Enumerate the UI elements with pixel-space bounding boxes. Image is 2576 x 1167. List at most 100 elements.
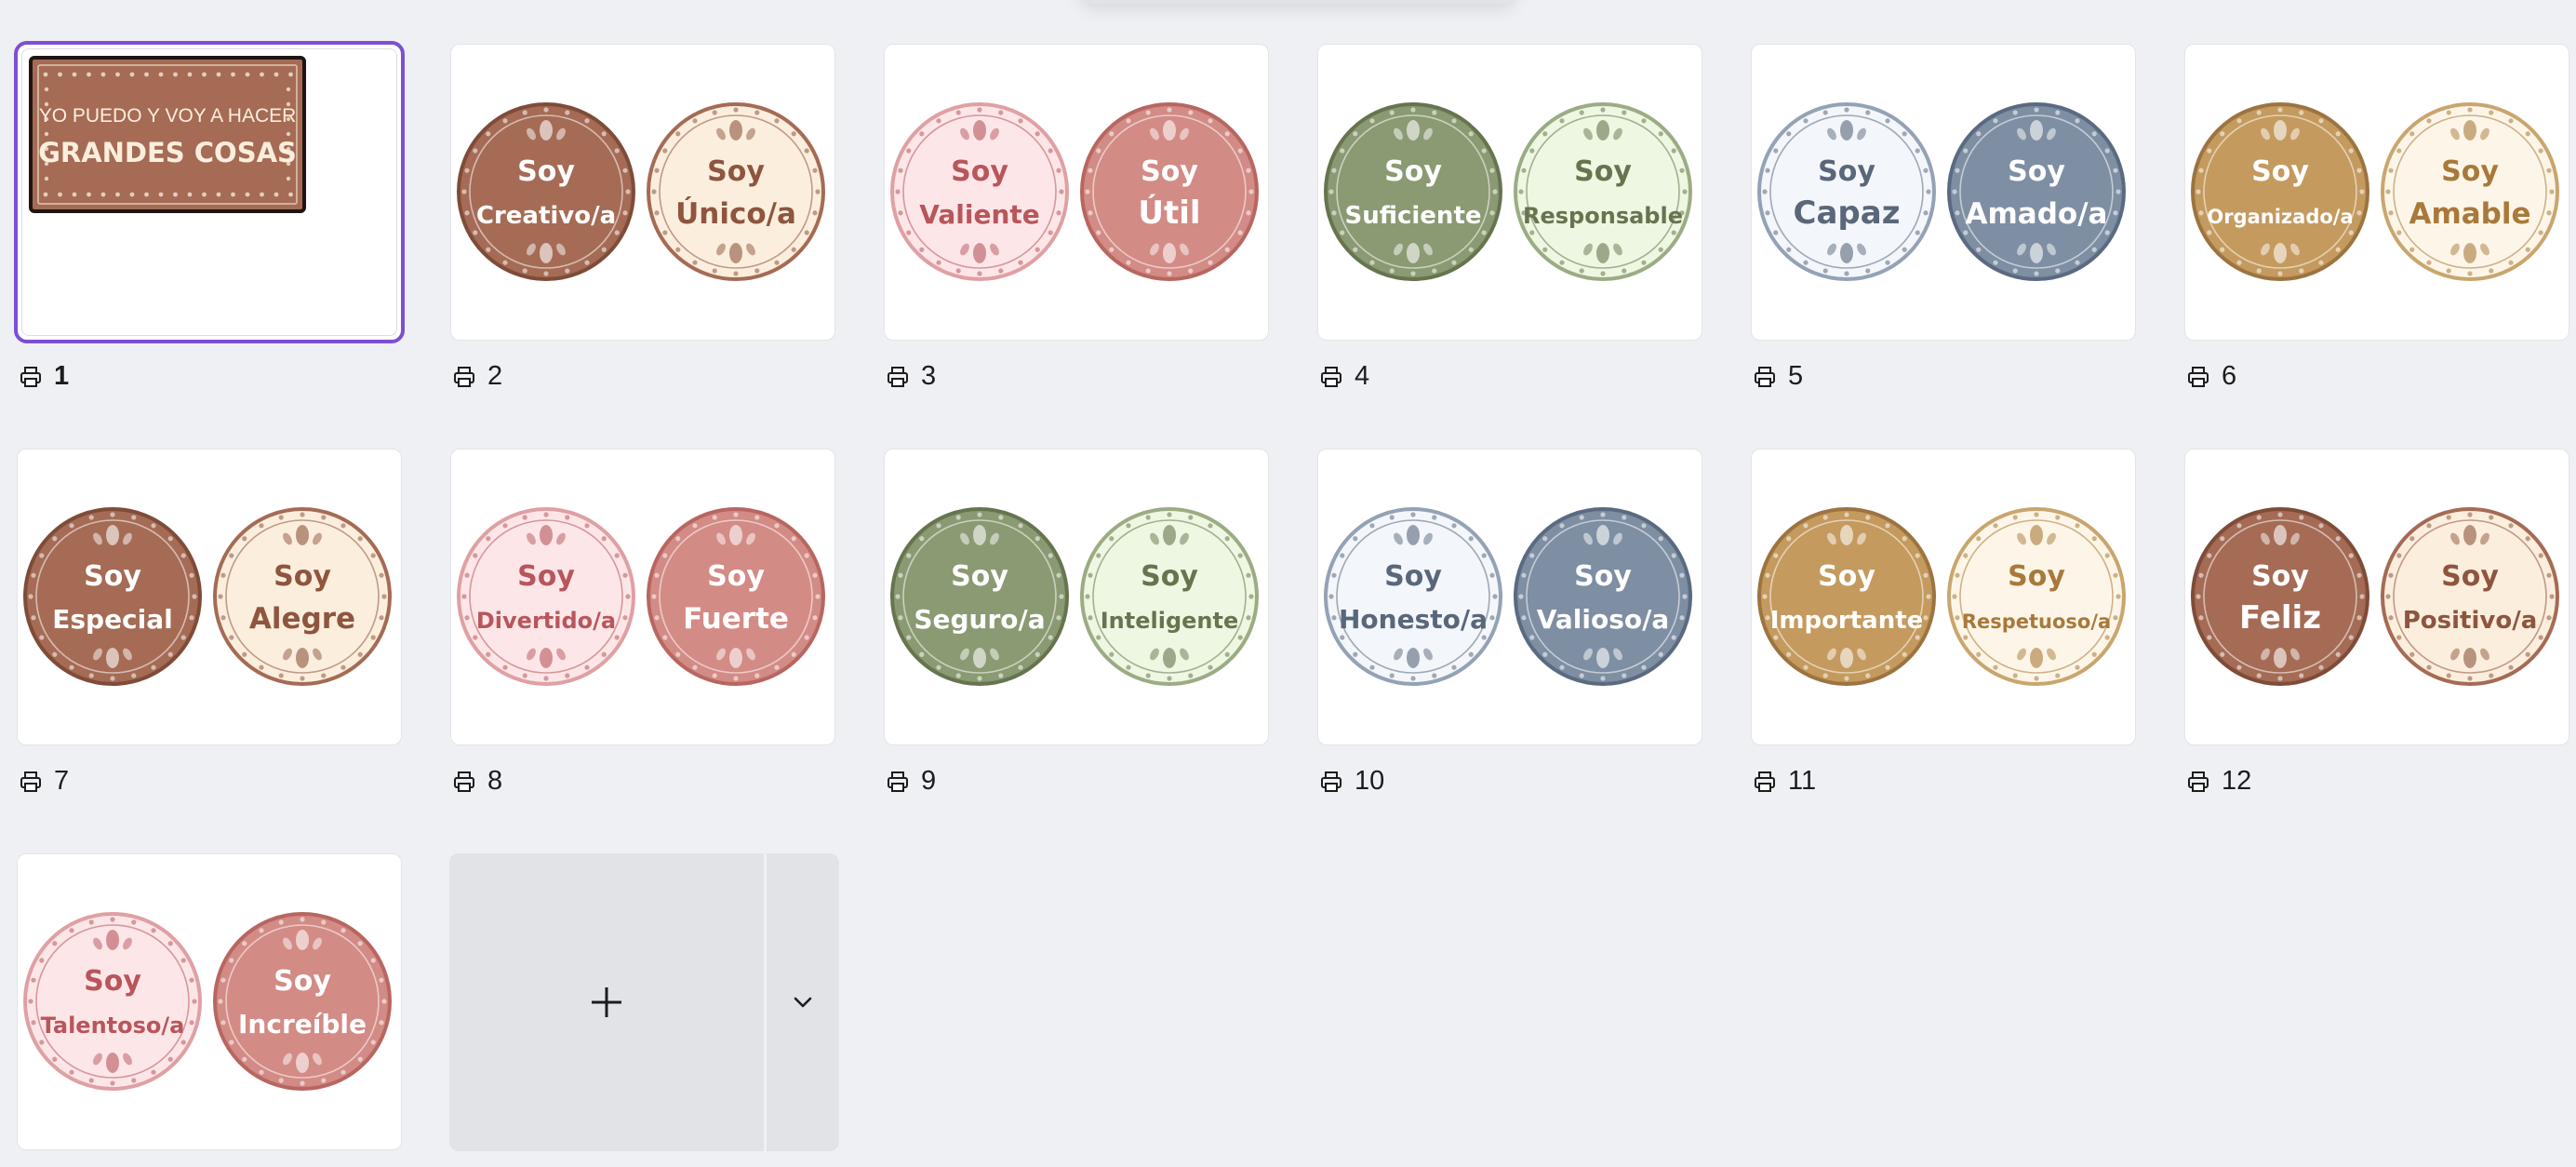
sticker-word-1: Soy xyxy=(2008,155,2065,188)
page-content: Soy Talentoso/a Soy Increíble xyxy=(23,912,392,1091)
sticker: Soy Responsable xyxy=(1514,102,1692,281)
page-number: 8 xyxy=(487,766,503,796)
page-thumbnail-10[interactable]: Soy Honesto/a Soy Valioso/a xyxy=(1317,449,1702,745)
sticker-word-1: Soy xyxy=(951,560,1008,593)
sticker: Soy Especial xyxy=(23,507,202,686)
page-thumbnail-12[interactable]: Soy Feliz Soy Positivo/a xyxy=(2184,449,2569,745)
title-line-1: YO PUEDO Y VOY A HACER xyxy=(39,105,297,127)
page-number: 4 xyxy=(1355,361,1370,391)
page-content: Soy Honesto/a Soy Valioso/a xyxy=(1324,507,1692,686)
page-content: Soy Capaz Soy Amado/a xyxy=(1757,102,2126,281)
page-content: Soy Seguro/a Soy Inteligente xyxy=(890,507,1259,686)
sticker-word-2: Seguro/a xyxy=(914,604,1045,635)
page-number-label: 5 xyxy=(1753,361,1803,392)
printer-icon xyxy=(2188,366,2209,387)
sticker-word-2: Divertido/a xyxy=(476,608,616,634)
page-thumbnail-2[interactable]: Soy Creativo/a Soy Único/a xyxy=(450,44,835,341)
sticker-word-1: Soy xyxy=(1384,155,1442,188)
page-thumbnail-7[interactable]: Soy Especial Soy Alegre xyxy=(17,449,402,745)
page-number-label: 11 xyxy=(1753,766,1816,797)
page-thumbnail-1[interactable]: YO PUEDO Y VOY A HACER GRANDES COSAS xyxy=(14,41,405,343)
page-thumbnail-9[interactable]: Soy Seguro/a Soy Inteligente xyxy=(884,449,1269,745)
sticker: Soy Fuerte xyxy=(647,507,825,686)
printer-icon xyxy=(1321,771,1341,792)
page-thumbnail-4[interactable]: Soy Suficiente Soy Responsable xyxy=(1317,44,1702,341)
sticker-word-2: Capaz xyxy=(1794,194,1901,232)
page-thumbnail-5[interactable]: Soy Capaz Soy Amado/a xyxy=(1751,44,2136,341)
sticker: Soy Importante xyxy=(1757,507,1936,686)
title-banner: YO PUEDO Y VOY A HACER GRANDES COSAS xyxy=(29,56,306,213)
sticker: Soy Único/a xyxy=(647,102,825,281)
page-content: Soy Creativo/a Soy Único/a xyxy=(457,102,825,281)
page-number: 6 xyxy=(2222,361,2237,391)
sticker-word-1: Soy xyxy=(84,560,141,593)
printer-icon xyxy=(888,771,908,792)
sticker-word-2: Valioso/a xyxy=(1537,604,1670,635)
page-number-label: 3 xyxy=(886,361,936,392)
sticker: Soy Divertido/a xyxy=(457,507,635,686)
printer-icon xyxy=(454,366,474,387)
page-number: 1 xyxy=(54,361,70,391)
sticker-word-1: Soy xyxy=(707,560,765,593)
sticker: Soy Suficiente xyxy=(1324,102,1502,281)
page-number-label: 9 xyxy=(886,766,936,797)
sticker-word-2: Increíble xyxy=(238,1009,367,1040)
sticker-word-2: Creativo/a xyxy=(476,202,616,230)
sticker-word-2: Útil xyxy=(1138,194,1200,232)
sticker-word-2: Honesto/a xyxy=(1339,604,1488,635)
sticker-word-1: Soy xyxy=(2251,155,2309,188)
sticker-word-1: Soy xyxy=(1141,560,1198,593)
sticker-word-2: Respetuoso/a xyxy=(1962,610,2111,633)
page-content: Soy Suficiente Soy Responsable xyxy=(1324,102,1692,281)
sticker-word-1: Soy xyxy=(1384,560,1442,593)
page-number: 11 xyxy=(1788,766,1817,796)
sticker-word-1: Soy xyxy=(1818,155,1875,188)
page-number-label: 8 xyxy=(452,766,502,797)
page-thumbnail-11[interactable]: Soy Importante Soy Respetuoso/a xyxy=(1751,449,2136,745)
page-content: Soy Divertido/a Soy Fuerte xyxy=(457,507,825,686)
chevron-down-icon xyxy=(794,997,812,1008)
sticker-word-1: Soy xyxy=(2441,155,2499,188)
page-number: 2 xyxy=(487,361,503,391)
sticker-word-1: Soy xyxy=(517,155,575,188)
title-line-2: GRANDES COSAS xyxy=(38,137,297,168)
page-thumbnail-8[interactable]: Soy Divertido/a Soy Fuerte xyxy=(450,449,835,745)
sticker: Soy Capaz xyxy=(1757,102,1936,281)
page-thumbnail-6[interactable]: Soy Organizado/a Soy Amable xyxy=(2184,44,2569,341)
plus-icon xyxy=(592,987,621,1017)
sticker: Soy Valiente xyxy=(890,102,1069,281)
sticker-word-1: Soy xyxy=(1141,155,1198,188)
page-number: 3 xyxy=(921,361,937,391)
sticker-word-1: Soy xyxy=(1574,560,1632,593)
sticker: Soy Increíble xyxy=(213,912,392,1091)
page-content: YO PUEDO Y VOY A HACER GRANDES COSAS xyxy=(29,56,306,213)
page-number: 5 xyxy=(1788,361,1804,391)
page-number-label: 6 xyxy=(2186,361,2236,392)
sticker-word-1: Soy xyxy=(2008,560,2065,593)
sticker: Soy Útil xyxy=(1080,102,1259,281)
printer-icon xyxy=(1755,366,1775,387)
sticker-word-2: Importante xyxy=(1770,607,1924,635)
sticker-word-2: Único/a xyxy=(675,196,796,231)
page-number: 12 xyxy=(2222,766,2252,796)
sticker-word-1: Soy xyxy=(274,965,331,998)
printer-icon xyxy=(888,366,908,387)
sticker-word-2: Talentoso/a xyxy=(41,1013,185,1039)
sticker: Soy Talentoso/a xyxy=(23,912,202,1091)
add-page-options-button[interactable] xyxy=(767,853,839,1151)
page-thumbnail-3[interactable]: Soy Valiente Soy Útil xyxy=(884,44,1269,341)
sticker: Soy Seguro/a xyxy=(890,507,1069,686)
add-page-button[interactable] xyxy=(449,853,764,1151)
page-content: Soy Valiente Soy Útil xyxy=(890,102,1259,281)
sticker: Soy Amable xyxy=(2381,102,2559,281)
sticker: Soy Organizado/a xyxy=(2191,102,2369,281)
page-content: Soy Especial Soy Alegre xyxy=(23,507,392,686)
page-thumbnail-13[interactable]: Soy Talentoso/a Soy Increíble xyxy=(17,853,402,1150)
printer-icon xyxy=(454,771,474,792)
printer-icon xyxy=(1755,771,1775,792)
sticker: Soy Inteligente xyxy=(1080,507,1259,686)
sticker-word-2: Amable xyxy=(2409,197,2530,231)
page-number-label: 12 xyxy=(2186,766,2251,797)
page-content: Soy Importante Soy Respetuoso/a xyxy=(1757,507,2126,686)
sticker-word-2: Positivo/a xyxy=(2403,607,2538,635)
